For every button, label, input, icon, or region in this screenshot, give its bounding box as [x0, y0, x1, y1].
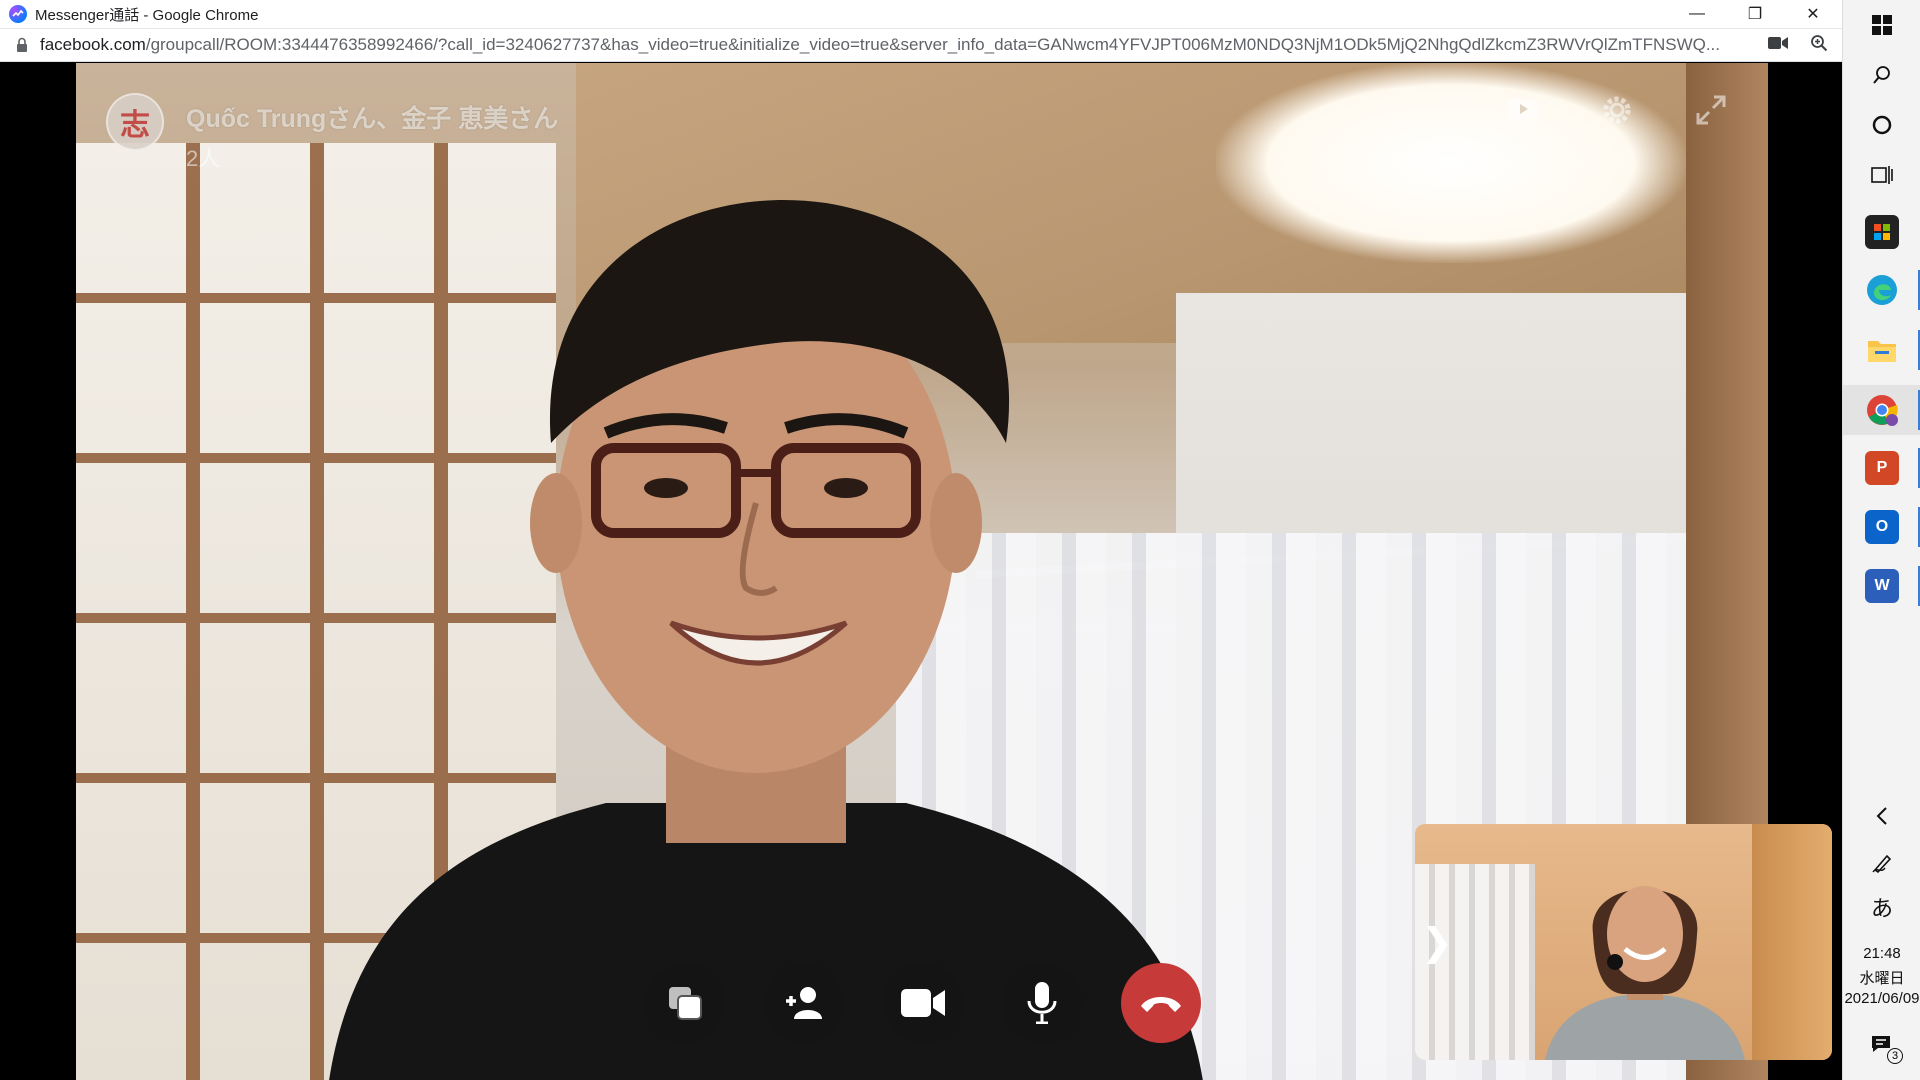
store-icon — [1865, 215, 1899, 249]
ime-indicator[interactable]: あ — [1843, 882, 1920, 932]
camera-button[interactable] — [883, 963, 963, 1043]
clock-time[interactable]: 21:48 — [1843, 945, 1920, 962]
add-person-icon — [786, 987, 822, 1019]
taskbar-edge[interactable] — [1843, 265, 1920, 315]
windows-logo-icon — [1872, 15, 1892, 35]
taskbar-word[interactable]: W — [1843, 561, 1920, 611]
ime-label: あ — [1870, 896, 1893, 921]
end-call-button[interactable] — [1121, 963, 1201, 1043]
clock-date: 2021/06/09 — [1844, 990, 1920, 1007]
messenger-icon — [9, 5, 27, 23]
participant-count: 2人 — [186, 146, 221, 171]
window-title: Messenger通話 - Google Chrome — [35, 6, 259, 24]
pen-icon — [1872, 854, 1892, 874]
layers-icon — [669, 987, 702, 1020]
chevron-left-icon — [1876, 807, 1887, 825]
taskbar-outlook[interactable]: O — [1843, 502, 1920, 552]
microphone-button[interactable] — [1002, 963, 1082, 1043]
minimize-icon: — — [1689, 5, 1705, 22]
remote-participant — [329, 200, 1203, 1080]
close-icon: ✕ — [1806, 6, 1820, 23]
call-info: 志 Quốc Trungさん、金子 恵美さん 2人 — [106, 93, 558, 173]
show-hidden-icons-button[interactable] — [1843, 791, 1920, 841]
self-view-door — [1752, 824, 1832, 1060]
taskbar-file-explorer[interactable] — [1843, 325, 1920, 375]
word-icon: W — [1865, 569, 1899, 603]
notification-count: 3 — [1887, 1048, 1903, 1064]
chrome-icon — [1867, 395, 1898, 426]
url-text[interactable]: facebook.com/groupcall/ROOM:334447635899… — [40, 35, 1740, 55]
restore-button[interactable]: ❐ — [1726, 0, 1784, 28]
task-view-button[interactable] — [1843, 150, 1920, 200]
chevron-right-icon[interactable]: ❯ — [1421, 924, 1453, 962]
windows-taskbar: P O W あ 21:48 水曜日 2021/06/09 3 — [1842, 0, 1920, 1080]
action-center-button[interactable]: 3 — [1843, 1020, 1920, 1070]
avatar-glyph: 志 — [120, 109, 150, 142]
pen-button[interactable] — [1843, 838, 1920, 888]
url-path: /groupcall/ROOM:3344476358992466/?call_i… — [145, 35, 1721, 54]
local-participant — [1545, 886, 1745, 1060]
folder-icon — [1868, 341, 1896, 362]
browser-titlebar: Messenger通話 - Google Chrome — ❐ ✕ — [0, 0, 1842, 29]
cortana-circle-icon — [1872, 115, 1892, 135]
edge-icon — [1867, 275, 1897, 305]
powerpoint-icon: P — [1865, 451, 1899, 485]
call-stage: 志 Quốc Trungさん、金子 恵美さん 2人 ❯ — [0, 63, 1842, 1080]
address-bar[interactable]: facebook.com/groupcall/ROOM:334447635899… — [0, 29, 1842, 62]
presentation-icon[interactable] — [1506, 93, 1540, 127]
minimize-button[interactable]: — — [1668, 0, 1726, 28]
restore-icon: ❐ — [1747, 6, 1763, 23]
task-view-icon — [1871, 166, 1893, 184]
microphone-icon — [1027, 982, 1057, 1024]
participants-name: Quốc Trungさん、金子 恵美さん — [186, 105, 559, 133]
clock-weekday: 水曜日 — [1859, 970, 1905, 987]
outlook-icon: O — [1865, 510, 1899, 544]
add-person-button[interactable] — [764, 963, 844, 1043]
taskbar-store[interactable] — [1843, 207, 1920, 257]
fullscreen-icon[interactable] — [1694, 93, 1728, 127]
search-icon — [1873, 66, 1890, 84]
close-button[interactable]: ✕ — [1784, 0, 1842, 28]
taskbar-chrome[interactable] — [1843, 385, 1920, 435]
video-camera-icon — [901, 989, 945, 1017]
call-controls — [645, 963, 1201, 1043]
search-button[interactable] — [1843, 50, 1920, 100]
taskbar-powerpoint[interactable]: P — [1843, 443, 1920, 493]
settings-gear-icon[interactable] — [1600, 93, 1634, 127]
group-avatar[interactable]: 志 — [106, 93, 164, 151]
phone-hangup-icon — [1141, 997, 1181, 1012]
zoom-icon[interactable] — [1810, 34, 1828, 57]
start-button[interactable] — [1843, 0, 1920, 50]
url-host: facebook.com — [40, 35, 146, 54]
screen-share-button[interactable] — [645, 963, 725, 1043]
camera-permission-icon[interactable] — [1768, 36, 1788, 55]
lock-icon[interactable] — [16, 37, 28, 53]
self-view-video[interactable]: ❯ — [1415, 824, 1832, 1060]
cortana-button[interactable] — [1843, 100, 1920, 150]
